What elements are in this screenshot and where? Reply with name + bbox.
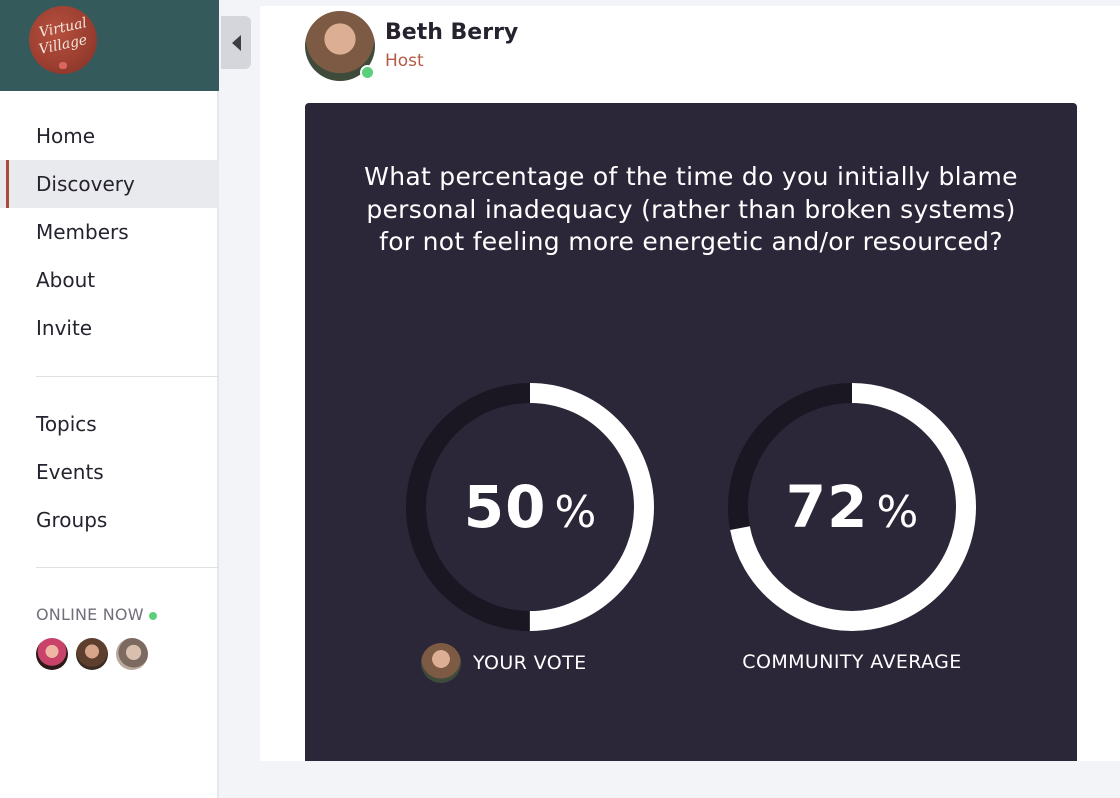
nav-item-groups[interactable]: Groups (0, 496, 219, 544)
community-average-label: COMMUNITY AVERAGE (742, 651, 962, 673)
nav-item-discovery[interactable]: Discovery (0, 160, 219, 208)
avatar (421, 643, 461, 683)
author-name[interactable]: Beth Berry (385, 20, 518, 45)
nav-divider (36, 567, 219, 568)
nav-item-invite[interactable]: Invite (0, 304, 219, 352)
online-now-label: ONLINE NOW (36, 605, 144, 624)
avatar[interactable] (116, 638, 148, 670)
heart-icon (59, 62, 67, 69)
nav-divider (36, 376, 219, 377)
avatar[interactable] (36, 638, 68, 670)
poll-question: What percentage of the time do you initi… (364, 162, 1018, 256)
sidebar: Virtual Village Home Discovery Members A… (0, 0, 219, 798)
percent-sign: % (554, 486, 597, 538)
percent-sign: % (876, 486, 919, 538)
online-avatars (36, 638, 156, 670)
community-average-number: 72 (785, 473, 869, 541)
your-vote-value: 50% (400, 377, 660, 637)
nav-item-members[interactable]: Members (0, 208, 219, 256)
poll-card: What percentage of the time do you initi… (305, 103, 1077, 761)
nav-item-events[interactable]: Events (0, 448, 219, 496)
collapse-sidebar-button[interactable] (221, 16, 251, 69)
your-vote-label: YOUR VOTE (473, 652, 587, 674)
nav-item-about[interactable]: About (0, 256, 219, 304)
community-average-value: 72% (722, 377, 982, 637)
virtual-village-logo[interactable]: Virtual Village (29, 6, 97, 74)
your-vote-gauge: 50% (400, 377, 660, 637)
online-now-heading: ONLINE NOW (36, 605, 157, 624)
author-role: Host (385, 51, 424, 71)
avatar[interactable] (76, 638, 108, 670)
sidebar-header: Virtual Village (0, 0, 219, 91)
primary-nav: Home Discovery Members About Invite (0, 112, 219, 352)
nav-item-home[interactable]: Home (0, 112, 219, 160)
your-vote-caption: YOUR VOTE (421, 643, 587, 683)
your-vote-number: 50 (463, 473, 547, 541)
online-status-icon (360, 65, 375, 80)
secondary-nav: Topics Events Groups (0, 400, 219, 544)
online-indicator-icon (148, 611, 157, 620)
chevron-left-icon (231, 34, 241, 51)
community-average-gauge: 72% (722, 377, 982, 637)
nav-item-topics[interactable]: Topics (0, 400, 219, 448)
